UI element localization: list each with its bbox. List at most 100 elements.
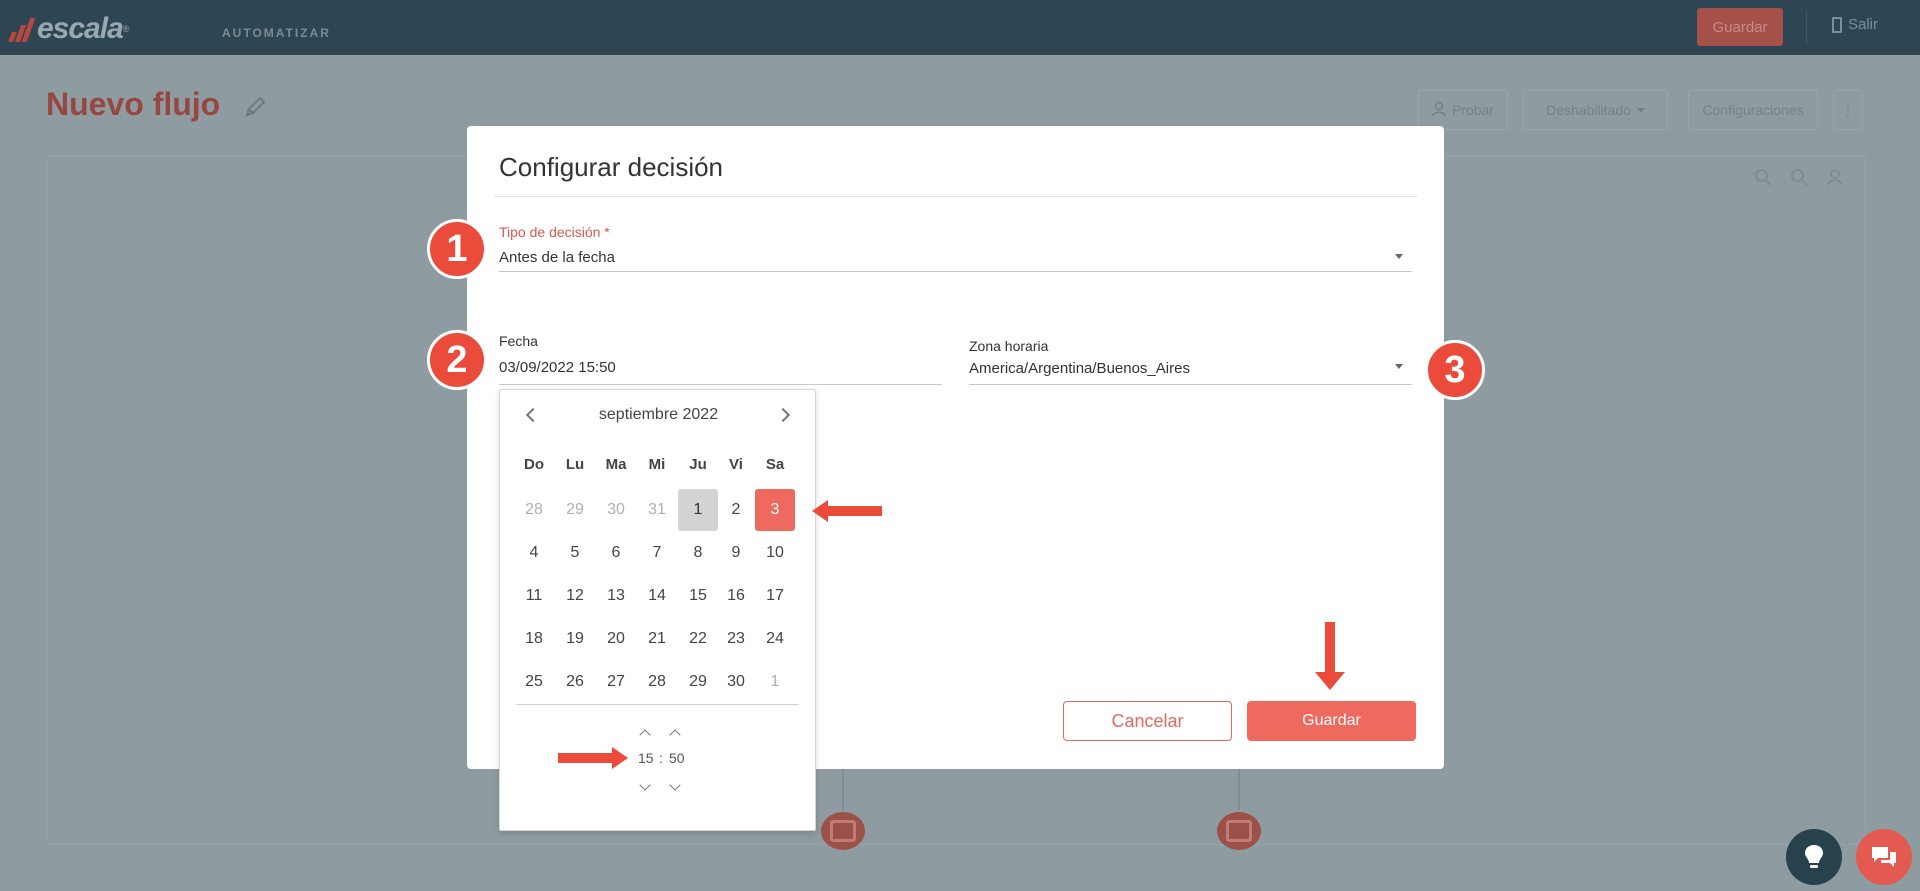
calendar-day[interactable]: 27 bbox=[596, 661, 636, 703]
weekday-header: Mi bbox=[648, 456, 666, 473]
modal-title: Configurar decisión bbox=[499, 152, 724, 182]
calendar-day[interactable]: 20 bbox=[596, 618, 636, 660]
chevron-up-icon bbox=[669, 729, 681, 741]
caret-down-icon[interactable] bbox=[1395, 364, 1403, 369]
calendar-day-selected[interactable]: 3 bbox=[755, 489, 795, 531]
calendar-day[interactable]: 5 bbox=[555, 532, 595, 574]
calendar-day[interactable]: 4 bbox=[514, 532, 554, 574]
next-month-button[interactable] bbox=[774, 404, 796, 426]
chevron-right-icon bbox=[775, 407, 791, 423]
hour-up-button[interactable] bbox=[636, 725, 654, 741]
calendar-day[interactable]: 30 bbox=[596, 489, 636, 531]
lightbulb-help-button[interactable] bbox=[1786, 829, 1842, 885]
logo-bars-icon bbox=[8, 16, 36, 42]
settings-button[interactable]: Configuraciones bbox=[1688, 90, 1818, 130]
date-input[interactable]: 03/09/2022 15:50 bbox=[499, 359, 616, 376]
chevron-down-icon bbox=[669, 779, 681, 791]
status-dropdown[interactable]: Deshabilitado bbox=[1523, 90, 1668, 130]
caret-down-icon[interactable] bbox=[1395, 254, 1403, 259]
logo-registered-mark: ® bbox=[122, 24, 130, 34]
canvas-toolbar bbox=[1754, 168, 1844, 192]
timezone-underline bbox=[969, 384, 1412, 385]
calendar-day[interactable]: 28 bbox=[637, 661, 677, 703]
calendar-day[interactable]: 18 bbox=[514, 618, 554, 660]
calendar-day[interactable]: 14 bbox=[637, 575, 677, 617]
calendar-day[interactable]: 23 bbox=[716, 618, 756, 660]
calendar-day[interactable]: 7 bbox=[637, 532, 677, 574]
annotation-badge-3: 3 bbox=[1425, 340, 1485, 400]
annotation-badge-2: 2 bbox=[427, 330, 487, 390]
calendar-day[interactable]: 29 bbox=[678, 661, 718, 703]
zoom-in-icon[interactable] bbox=[1754, 168, 1772, 192]
calendar-day[interactable]: 12 bbox=[555, 575, 595, 617]
modal-divider bbox=[494, 196, 1417, 197]
calendar-day[interactable]: 2 bbox=[716, 489, 756, 531]
logout-button[interactable]: Salir bbox=[1832, 16, 1878, 33]
minute-value[interactable]: 50 bbox=[669, 750, 685, 766]
calendar-day[interactable]: 28 bbox=[514, 489, 554, 531]
user-canvas-icon[interactable] bbox=[1826, 168, 1844, 192]
date-label: Fecha bbox=[499, 333, 538, 349]
weekday-header: Vi bbox=[729, 456, 743, 473]
hour-value[interactable]: 15 bbox=[638, 750, 654, 766]
calendar-day[interactable]: 16 bbox=[716, 575, 756, 617]
lightbulb-icon bbox=[1805, 845, 1823, 868]
calendar-day[interactable]: 31 bbox=[637, 489, 677, 531]
escala-logo[interactable]: escala ® bbox=[8, 12, 130, 46]
calendar-day[interactable]: 10 bbox=[755, 532, 795, 574]
top-navbar: escala ® AUTOMATIZAR Guardar Salir bbox=[0, 0, 1920, 55]
logout-label: Salir bbox=[1848, 16, 1879, 33]
calendar-day[interactable]: 17 bbox=[755, 575, 795, 617]
annotation-arrow-down bbox=[1315, 622, 1345, 690]
calendar-day[interactable]: 29 bbox=[555, 489, 595, 531]
save-button[interactable]: Guardar bbox=[1247, 701, 1416, 741]
month-label: septiembre 2022 bbox=[598, 406, 719, 423]
calendar-day[interactable]: 11 bbox=[514, 575, 554, 617]
calendar-day[interactable]: 21 bbox=[637, 618, 677, 660]
test-flow-button[interactable]: Probar bbox=[1418, 90, 1508, 130]
more-options-button[interactable]: ⋮ bbox=[1833, 90, 1863, 130]
minute-down-button[interactable] bbox=[666, 779, 684, 795]
zoom-out-icon[interactable] bbox=[1790, 168, 1808, 192]
decision-type-underline bbox=[499, 271, 1412, 272]
time-separator: : bbox=[659, 750, 663, 766]
calendar-day[interactable]: 6 bbox=[596, 532, 636, 574]
weekday-header: Sa bbox=[765, 456, 785, 473]
top-save-button[interactable]: Guardar bbox=[1697, 8, 1783, 46]
minute-up-button[interactable] bbox=[666, 725, 684, 741]
date-underline bbox=[499, 384, 942, 385]
calendar-day-today[interactable]: 1 bbox=[678, 489, 718, 531]
calendar-day[interactable]: 9 bbox=[716, 532, 756, 574]
decision-type-select[interactable]: Antes de la fecha bbox=[499, 249, 615, 266]
caret-down-icon bbox=[1636, 107, 1645, 113]
date-picker: septiembre 2022 15 : 50 Do Lu Ma Mi Ju Vi Sa 28… bbox=[499, 389, 816, 831]
picker-divider bbox=[516, 704, 799, 705]
calendar-day[interactable]: 24 bbox=[755, 618, 795, 660]
calendar-day[interactable]: 1 bbox=[755, 661, 795, 703]
flow-node[interactable] bbox=[1217, 812, 1261, 850]
calendar-day[interactable]: 22 bbox=[678, 618, 718, 660]
calendar-day[interactable]: 25 bbox=[514, 661, 554, 703]
logo-text: escala bbox=[37, 12, 124, 45]
pencil-edit-icon[interactable] bbox=[242, 94, 268, 120]
nav-automatizar[interactable]: AUTOMATIZAR bbox=[222, 26, 331, 40]
user-icon bbox=[1432, 101, 1446, 120]
timezone-select[interactable]: America/Argentina/Buenos_Aires bbox=[969, 360, 1190, 377]
calendar-day[interactable]: 30 bbox=[716, 661, 756, 703]
calendar-day[interactable]: 19 bbox=[555, 618, 595, 660]
navbar-divider bbox=[1806, 10, 1807, 44]
flow-node[interactable] bbox=[821, 812, 865, 850]
cancel-button[interactable]: Cancelar bbox=[1063, 701, 1232, 741]
annotation-arrow-right bbox=[558, 747, 628, 769]
chat-bubbles-icon bbox=[1872, 847, 1896, 867]
calendar-day[interactable]: 13 bbox=[596, 575, 636, 617]
calendar-day[interactable]: 26 bbox=[555, 661, 595, 703]
chat-button[interactable] bbox=[1856, 829, 1912, 885]
calendar-day[interactable]: 15 bbox=[678, 575, 718, 617]
calendar-day[interactable]: 8 bbox=[678, 532, 718, 574]
annotation-arrow-left bbox=[812, 500, 882, 522]
annotation-badge-1: 1 bbox=[427, 219, 487, 279]
decision-type-label: Tipo de decisión * bbox=[499, 224, 610, 240]
hour-down-button[interactable] bbox=[636, 779, 654, 795]
test-flow-label: Probar bbox=[1451, 102, 1495, 118]
